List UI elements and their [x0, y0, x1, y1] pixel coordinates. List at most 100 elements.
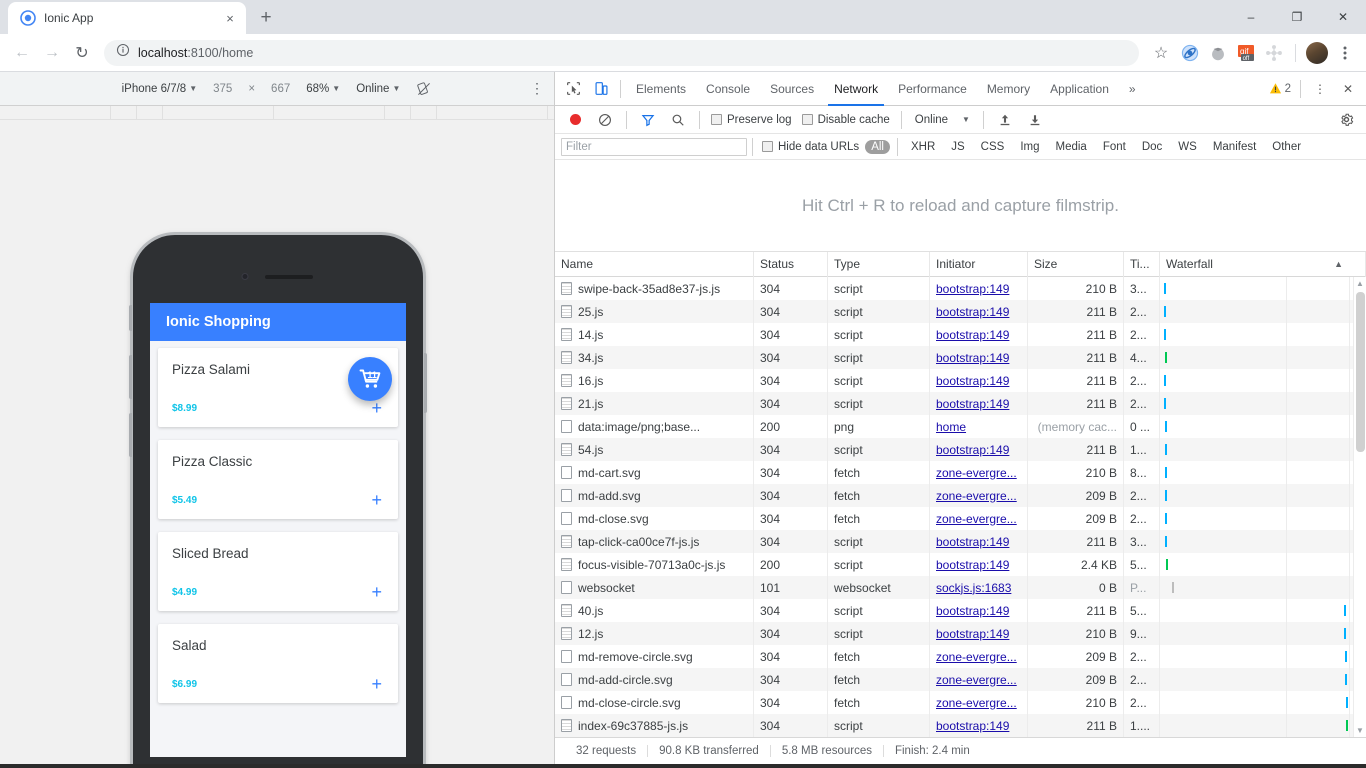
tab-memory[interactable]: Memory	[977, 72, 1040, 106]
tab-application[interactable]: Application	[1040, 72, 1119, 106]
table-row[interactable]: md-close-circle.svg304fetchzone-evergre.…	[555, 691, 1366, 714]
column-header-name[interactable]: Name	[555, 252, 754, 277]
devtools-kebab-icon[interactable]: ⋮	[1306, 75, 1334, 103]
filter-type-other[interactable]: Other	[1266, 140, 1307, 154]
extension-ionic-icon[interactable]	[1177, 40, 1203, 66]
scroll-down-arrow-icon[interactable]: ▼	[1356, 724, 1364, 737]
table-scrollbar[interactable]: ▲ ▼	[1353, 277, 1366, 737]
filter-type-manifest[interactable]: Manifest	[1207, 140, 1262, 154]
search-icon[interactable]	[664, 106, 692, 134]
device-toolbar-kebab-icon[interactable]: ⋮	[530, 80, 544, 97]
table-row[interactable]: swipe-back-35ad8e37-js.js304scriptbootst…	[555, 277, 1366, 300]
table-row[interactable]: md-cart.svg304fetchzone-evergre...210 B8…	[555, 461, 1366, 484]
import-har-icon[interactable]	[991, 106, 1019, 134]
cart-fab-button[interactable]: 11	[348, 357, 392, 401]
extension-network-icon[interactable]	[1261, 40, 1287, 66]
column-header-initiator[interactable]: Initiator	[930, 252, 1028, 277]
table-row[interactable]: 21.js304scriptbootstrap:149211 B2...	[555, 392, 1366, 415]
disable-cache-checkbox[interactable]: Disable cache	[798, 114, 894, 126]
scroll-up-arrow-icon[interactable]: ▲	[1356, 277, 1364, 290]
filter-type-media[interactable]: Media	[1050, 140, 1093, 154]
filter-icon[interactable]	[634, 106, 662, 134]
back-button[interactable]: ←	[8, 39, 36, 67]
browser-menu-kebab-icon[interactable]	[1332, 40, 1358, 66]
add-to-cart-button[interactable]: +	[371, 675, 384, 693]
reload-button[interactable]: ↻	[68, 39, 96, 67]
column-header-type[interactable]: Type	[828, 252, 930, 277]
device-selector[interactable]: iPhone 6/7/8 ▼	[114, 83, 206, 95]
initiator-link[interactable]: zone-evergre...	[936, 466, 1017, 480]
viewport-width-input[interactable]: 375	[205, 83, 240, 95]
initiator-link[interactable]: zone-evergre...	[936, 673, 1017, 687]
table-row[interactable]: index-69c37885-js.js304scriptbootstrap:1…	[555, 714, 1366, 737]
device-throttle-selector[interactable]: Online ▼	[348, 83, 408, 95]
filter-type-js[interactable]: JS	[945, 140, 970, 154]
network-throttle-selector[interactable]: Online ▼	[909, 114, 976, 126]
extension-gif-off-icon[interactable]: gif off	[1233, 40, 1259, 66]
extension-tomato-icon[interactable]	[1205, 40, 1231, 66]
table-row[interactable]: focus-visible-70713a0c-js.js200scriptboo…	[555, 553, 1366, 576]
add-to-cart-button[interactable]: +	[371, 491, 384, 509]
add-to-cart-button[interactable]: +	[371, 399, 384, 417]
zoom-selector[interactable]: 68% ▼	[298, 83, 348, 95]
column-header-time[interactable]: Ti...	[1124, 252, 1160, 277]
initiator-link[interactable]: bootstrap:149	[936, 443, 1009, 457]
table-row[interactable]: 25.js304scriptbootstrap:149211 B2...	[555, 300, 1366, 323]
tab-console[interactable]: Console	[696, 72, 760, 106]
filter-type-img[interactable]: Img	[1014, 140, 1045, 154]
browser-tab[interactable]: Ionic App ×	[8, 2, 246, 34]
gear-icon[interactable]	[1332, 106, 1360, 134]
table-row[interactable]: websocket101websocketsockjs.js:16830 BP.…	[555, 576, 1366, 599]
filter-type-doc[interactable]: Doc	[1136, 140, 1168, 154]
devtools-close-icon[interactable]: ✕	[1334, 75, 1362, 103]
viewport-height-input[interactable]: 667	[263, 83, 298, 95]
table-row[interactable]: 40.js304scriptbootstrap:149211 B5...	[555, 599, 1366, 622]
table-row[interactable]: md-add-circle.svg304fetchzone-evergre...…	[555, 668, 1366, 691]
export-har-icon[interactable]	[1021, 106, 1049, 134]
initiator-link[interactable]: bootstrap:149	[936, 305, 1009, 319]
initiator-link[interactable]: bootstrap:149	[936, 351, 1009, 365]
tab-elements[interactable]: Elements	[626, 72, 696, 106]
filter-type-all[interactable]: All	[865, 140, 890, 154]
product-card[interactable]: Sliced Bread $4.99 +	[158, 532, 398, 611]
initiator-link[interactable]: bootstrap:149	[936, 328, 1009, 342]
new-tab-button[interactable]: +	[252, 4, 280, 32]
initiator-link[interactable]: sockjs.js:1683	[936, 581, 1011, 595]
product-card[interactable]: Pizza Classic $5.49 +	[158, 440, 398, 519]
tab-performance[interactable]: Performance	[888, 72, 977, 106]
initiator-link[interactable]: bootstrap:149	[936, 282, 1009, 296]
product-card[interactable]: Salad $6.99 +	[158, 624, 398, 703]
initiator-link[interactable]: home	[936, 420, 966, 434]
clear-icon[interactable]	[591, 106, 619, 134]
filter-type-ws[interactable]: WS	[1172, 140, 1203, 154]
tab-sources[interactable]: Sources	[760, 72, 824, 106]
initiator-link[interactable]: zone-evergre...	[936, 512, 1017, 526]
initiator-link[interactable]: zone-evergre...	[936, 650, 1017, 664]
table-row[interactable]: 54.js304scriptbootstrap:149211 B1...	[555, 438, 1366, 461]
initiator-link[interactable]: bootstrap:149	[936, 374, 1009, 388]
initiator-link[interactable]: zone-evergre...	[936, 489, 1017, 503]
initiator-link[interactable]: zone-evergre...	[936, 696, 1017, 710]
address-bar[interactable]: localhost:8100/home	[104, 40, 1139, 66]
table-row[interactable]: 34.js304scriptbootstrap:149211 B4...	[555, 346, 1366, 369]
filter-type-xhr[interactable]: XHR	[905, 140, 941, 154]
record-icon[interactable]	[561, 106, 589, 134]
window-maximize-button[interactable]: ❐	[1274, 1, 1320, 33]
window-minimize-button[interactable]: –	[1228, 1, 1274, 33]
table-row[interactable]: md-remove-circle.svg304fetchzone-evergre…	[555, 645, 1366, 668]
window-close-button[interactable]: ✕	[1320, 1, 1366, 33]
hide-data-urls-checkbox[interactable]: Hide data URLs	[758, 141, 863, 153]
rotate-device-icon[interactable]	[408, 81, 440, 97]
inspect-element-icon[interactable]	[559, 75, 587, 103]
filter-type-css[interactable]: CSS	[975, 140, 1011, 154]
add-to-cart-button[interactable]: +	[371, 583, 384, 601]
table-row[interactable]: md-add.svg304fetchzone-evergre...209 B2.…	[555, 484, 1366, 507]
initiator-link[interactable]: bootstrap:149	[936, 627, 1009, 641]
column-header-waterfall[interactable]: Waterfall ▲	[1160, 252, 1366, 277]
table-row[interactable]: md-close.svg304fetchzone-evergre...209 B…	[555, 507, 1366, 530]
preserve-log-checkbox[interactable]: Preserve log	[707, 114, 796, 126]
initiator-link[interactable]: bootstrap:149	[936, 558, 1009, 572]
initiator-link[interactable]: bootstrap:149	[936, 397, 1009, 411]
info-circle-icon[interactable]	[116, 43, 130, 62]
warning-badge[interactable]: 2	[1269, 82, 1295, 95]
